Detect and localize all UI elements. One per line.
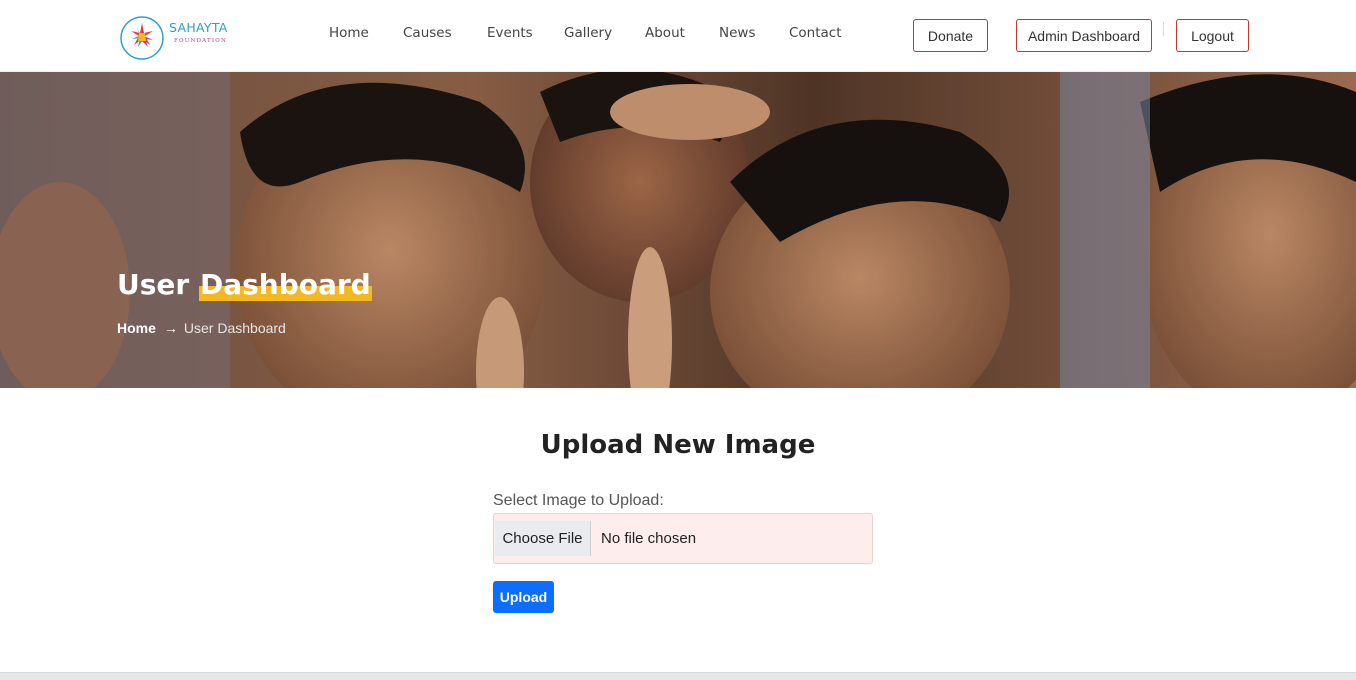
- donate-button[interactable]: Donate: [913, 19, 988, 52]
- upload-field-label: Select Image to Upload:: [493, 492, 664, 509]
- breadcrumb-home[interactable]: Home: [117, 320, 156, 336]
- nav-contact[interactable]: Contact: [789, 25, 842, 41]
- logout-button[interactable]: Logout: [1176, 19, 1249, 52]
- breadcrumb: Home → User Dashboard: [117, 320, 286, 336]
- page-title-part1: User: [117, 268, 199, 301]
- logo-icon: [120, 16, 164, 60]
- upload-heading: Upload New Image: [540, 430, 816, 460]
- breadcrumb-arrow-icon: →: [163, 320, 178, 336]
- nav-about[interactable]: About: [645, 25, 685, 41]
- page-bottom-bar: [0, 672, 1356, 680]
- nav-events[interactable]: Events: [487, 25, 533, 41]
- hero-banner: User Dashboard Home → User Dashboard: [0, 72, 1356, 388]
- file-status: No file chosen: [601, 530, 697, 547]
- nav-news[interactable]: News: [719, 25, 755, 41]
- upload-button[interactable]: Upload: [493, 581, 554, 613]
- choose-file-button[interactable]: Choose File: [495, 521, 591, 556]
- nav-gallery[interactable]: Gallery: [564, 25, 612, 41]
- page-title: User Dashboard: [117, 268, 372, 301]
- file-input[interactable]: Choose File No file chosen: [493, 513, 873, 564]
- nav-home[interactable]: Home: [329, 25, 369, 41]
- nav-causes[interactable]: Causes: [403, 25, 452, 41]
- site-header: SAHAYTA FOUNDATION Home Causes Events Ga…: [0, 0, 1356, 72]
- logo-tagline: FOUNDATION: [174, 38, 228, 44]
- hero-photo: [0, 72, 1356, 388]
- admin-dashboard-button[interactable]: Admin Dashboard: [1016, 19, 1152, 52]
- nav-divider: [1163, 22, 1164, 36]
- logo[interactable]: SAHAYTA FOUNDATION: [118, 11, 238, 63]
- logo-name: SAHAYTA: [169, 20, 228, 35]
- breadcrumb-current: User Dashboard: [183, 320, 286, 336]
- page-title-highlight: Dashboard: [198, 268, 372, 301]
